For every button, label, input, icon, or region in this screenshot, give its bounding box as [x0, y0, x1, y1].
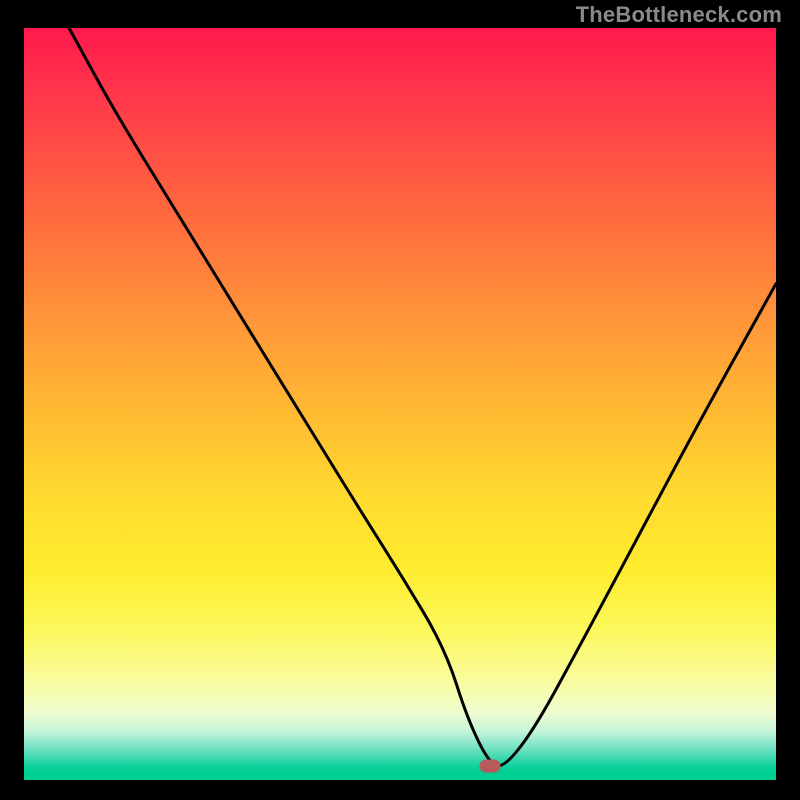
plot-area: [24, 28, 776, 780]
watermark-text: TheBottleneck.com: [576, 2, 782, 28]
optimal-point-marker: [480, 760, 501, 773]
chart-container: TheBottleneck.com: [0, 0, 800, 800]
bottleneck-curve-path: [69, 28, 776, 766]
curve-svg: [24, 28, 776, 780]
